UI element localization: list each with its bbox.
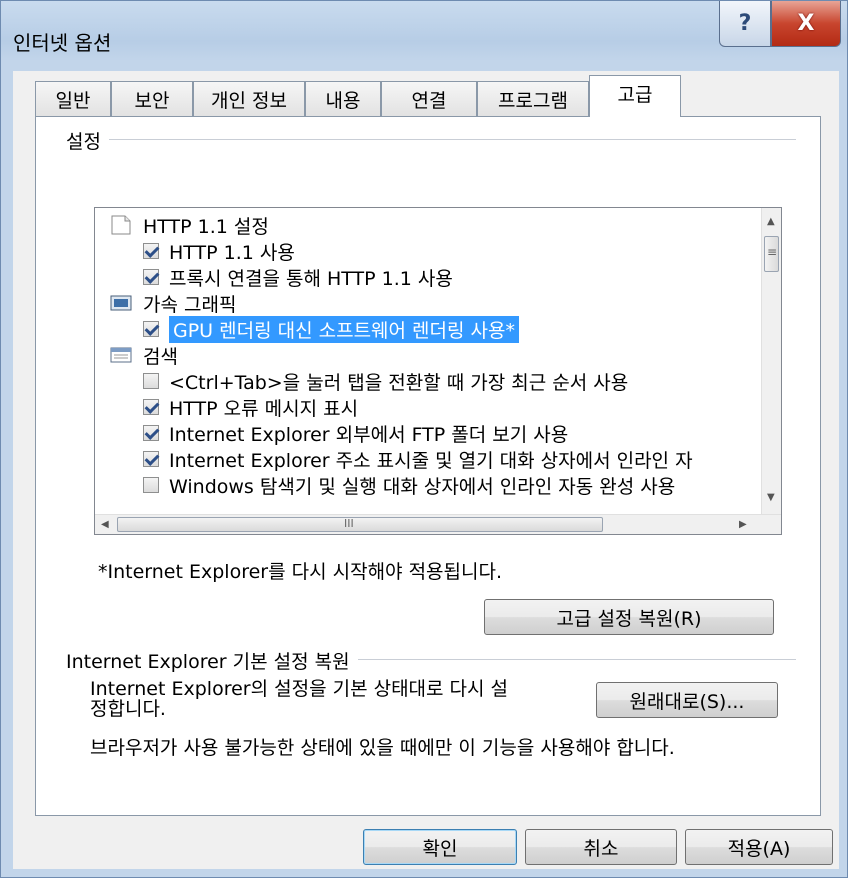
option-label: Windows 탐색기 및 실행 대화 상자에서 인라인 자동 완성 사용 (169, 475, 676, 498)
tab-label: 개인 정보 (211, 90, 287, 112)
option-label: Internet Explorer 주소 표시줄 및 열기 대화 상자에서 인라… (169, 449, 693, 472)
list-item-http-category: HTTP 1.1 설정 (109, 212, 269, 238)
tab-label: 일반 (55, 90, 91, 112)
button-label: 확인 (422, 837, 458, 860)
help-button[interactable]: ? (719, 1, 771, 47)
monitor-icon (110, 295, 132, 311)
tab-label: 내용 (325, 90, 361, 112)
option-label: Internet Explorer 외부에서 FTP 폴더 보기 사용 (169, 423, 569, 446)
close-icon: X (797, 11, 815, 36)
option-label: 프록시 연결을 통해 HTTP 1.1 사용 (169, 267, 453, 290)
internet-options-dialog: 인터넷 옵션 ? X 일반 보안 개인 정보 내용 연결 프로그램 고급 설정 … (0, 0, 848, 878)
list-item-software-rendering[interactable]: GPU 렌더링 대신 소프트웨어 렌더링 사용* (143, 315, 519, 343)
tab-label: 고급 (617, 84, 653, 106)
checkbox-ftp-folder[interactable] (143, 425, 159, 441)
scroll-up-icon[interactable]: ▲ (767, 216, 775, 227)
scroll-left-icon[interactable]: ◀ (101, 519, 109, 530)
scroll-down-icon[interactable]: ▼ (767, 492, 775, 503)
restore-advanced-settings-button[interactable]: 고급 설정 복원(R) (484, 599, 774, 635)
checkbox-http11[interactable] (143, 243, 159, 259)
checkbox-software-rendering[interactable] (143, 321, 159, 337)
checkbox-ctrl-tab[interactable] (143, 373, 159, 389)
category-label: 검색 (143, 345, 178, 368)
window-title: 인터넷 옵션 (13, 31, 112, 55)
horizontal-scrollbar[interactable]: ◀ III ▶ (95, 514, 781, 534)
tab-label: 보안 (134, 90, 170, 112)
reset-description-line2: 정합니다. (90, 698, 166, 720)
page-icon (111, 215, 131, 235)
tab-privacy[interactable]: 개인 정보 (193, 81, 305, 116)
tab-general[interactable]: 일반 (35, 81, 111, 116)
list-item-inline-autocomplete-ie[interactable]: Internet Explorer 주소 표시줄 및 열기 대화 상자에서 인라… (143, 446, 693, 472)
checkbox-inline-autocomplete-explorer[interactable] (143, 477, 159, 493)
checkbox-inline-autocomplete-ie[interactable] (143, 451, 159, 467)
list-item-graphics-category: 가속 그래픽 (109, 290, 236, 316)
list-item-ctrl-tab[interactable]: <Ctrl+Tab>을 눌러 탭을 전환할 때 가장 최근 순서 사용 (143, 368, 628, 394)
category-label: 가속 그래픽 (143, 293, 237, 316)
cancel-button[interactable]: 취소 (525, 829, 677, 865)
tab-label: 프로그램 (498, 90, 568, 112)
settings-tree-list[interactable]: HTTP 1.1 설정 HTTP 1.1 사용 프록시 연결을 통해 HTTP … (94, 207, 782, 535)
button-label: 취소 (583, 837, 619, 860)
reset-warning: 브라우저가 사용 불가능한 상태에 있을 때에만 이 기능을 사용해야 합니다. (90, 737, 675, 759)
horizontal-scroll-thumb[interactable]: III (117, 517, 603, 532)
list-item-inline-autocomplete-explorer[interactable]: Windows 탐색기 및 실행 대화 상자에서 인라인 자동 완성 사용 (143, 472, 675, 498)
scroll-right-icon[interactable]: ▶ (739, 519, 747, 530)
window-icon (110, 347, 132, 363)
tab-security[interactable]: 보안 (111, 81, 193, 116)
tab-connections[interactable]: 연결 (381, 81, 477, 116)
settings-group-label: 설정 (66, 127, 109, 154)
option-label-selected: GPU 렌더링 대신 소프트웨어 렌더링 사용* (169, 315, 519, 343)
tab-label: 연결 (411, 90, 447, 112)
grip-icon: ≡ (767, 245, 778, 259)
tab-programs[interactable]: 프로그램 (477, 81, 589, 116)
option-label: HTTP 오류 메시지 표시 (169, 397, 359, 420)
apply-button[interactable]: 적용(A) (685, 829, 833, 865)
button-label: 적용(A) (727, 837, 791, 860)
help-icon: ? (738, 11, 752, 36)
list-item-http11-proxy[interactable]: 프록시 연결을 통해 HTTP 1.1 사용 (143, 264, 453, 290)
category-label: HTTP 1.1 설정 (143, 215, 269, 238)
checkbox-http-errors[interactable] (143, 399, 159, 415)
list-item-browsing-category: 검색 (109, 342, 178, 368)
reset-description-line1: Internet Explorer의 설정을 기본 상태대로 다시 설 (90, 678, 509, 700)
tab-content[interactable]: 내용 (305, 81, 381, 116)
button-label: 원래대로(S)... (629, 690, 745, 713)
button-label: 고급 설정 복원(R) (556, 607, 702, 630)
close-button[interactable]: X (771, 1, 841, 47)
title-bar[interactable]: 인터넷 옵션 ? X (1, 1, 847, 71)
reset-button[interactable]: 원래대로(S)... (596, 682, 778, 718)
vertical-scrollbar[interactable]: ▲ ≡ ▼ (761, 208, 781, 514)
list-item-http11[interactable]: HTTP 1.1 사용 (143, 238, 295, 264)
checkbox-http11-proxy[interactable] (143, 269, 159, 285)
option-label: HTTP 1.1 사용 (169, 241, 295, 264)
option-label: <Ctrl+Tab>을 눌러 탭을 전환할 때 가장 최근 순서 사용 (169, 371, 629, 394)
reset-group-label: Internet Explorer 기본 설정 복원 (66, 647, 358, 674)
tab-advanced[interactable]: 고급 (589, 75, 681, 117)
settings-group-divider (66, 139, 796, 140)
list-item-http-errors[interactable]: HTTP 오류 메시지 표시 (143, 394, 358, 420)
dialog-client-area: 일반 보안 개인 정보 내용 연결 프로그램 고급 설정 HTTP 1.1 설정… (13, 71, 839, 869)
grip-icon: III (344, 517, 354, 530)
restart-note: *Internet Explorer를 다시 시작해야 적용됩니다. (98, 561, 503, 583)
list-item-ftp-folder[interactable]: Internet Explorer 외부에서 FTP 폴더 보기 사용 (143, 420, 568, 446)
ok-button[interactable]: 확인 (363, 829, 517, 865)
advanced-tab-panel: 설정 HTTP 1.1 설정 HTTP 1.1 사용 프록시 연결을 통해 HT… (35, 116, 821, 816)
vertical-scroll-thumb[interactable]: ≡ (764, 236, 779, 272)
